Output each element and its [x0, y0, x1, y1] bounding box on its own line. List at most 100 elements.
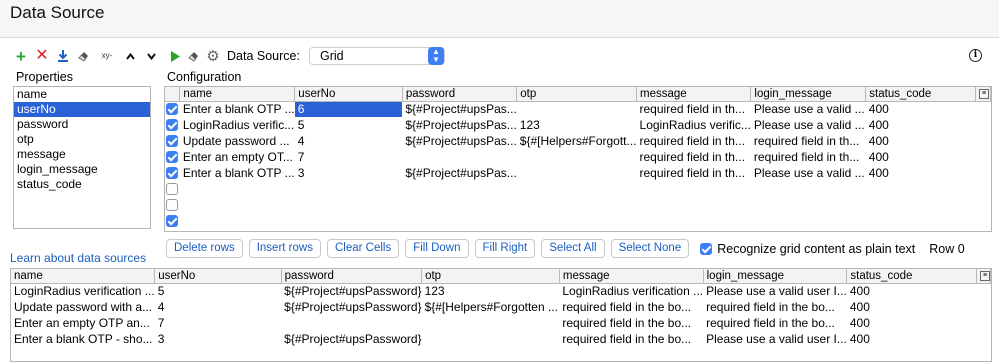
datasource-select[interactable]: Grid ▲ ▼ [308, 47, 445, 65]
grid-cell[interactable]: ${#Project#upsPas... [402, 117, 516, 133]
grid-cell[interactable] [180, 213, 295, 229]
grid-cell[interactable]: 400 [866, 165, 976, 181]
preview-column-header-login-message[interactable]: login_message [703, 269, 848, 284]
select-all-button[interactable]: Select All [541, 239, 605, 258]
grid-cell[interactable]: 5 [295, 117, 403, 133]
grid-cell[interactable] [180, 181, 295, 197]
grid-cell[interactable] [637, 181, 751, 197]
grid-cell[interactable]: required field in th... [637, 101, 751, 117]
grid-cell[interactable]: ${#Project#upsPas... [402, 165, 516, 181]
preview-column-header-name[interactable]: name [11, 269, 156, 284]
grid-cell[interactable]: 400 [866, 117, 976, 133]
preview-column-header-status-code[interactable]: status_code [846, 269, 977, 284]
grid-cell[interactable]: Please use a valid ... [751, 117, 866, 133]
column-header-status-code[interactable]: status_code [865, 87, 977, 102]
grid-cell[interactable] [295, 197, 403, 213]
column-chooser-icon[interactable]: ≡ [979, 270, 990, 281]
grid-cell[interactable]: 7 [295, 149, 403, 165]
grid-cell[interactable]: 6 [294, 101, 403, 117]
grid-cell[interactable]: ${#Project#upsPas... [402, 101, 516, 117]
chevron-up-icon[interactable] [123, 48, 137, 64]
grid-cell[interactable] [517, 101, 637, 117]
grid-cell[interactable] [637, 197, 751, 213]
grid-cell[interactable] [295, 181, 403, 197]
grid-cell[interactable]: ${#[Helpers#Forgott... [517, 133, 637, 149]
row-checkbox[interactable] [166, 183, 178, 195]
row-checkbox[interactable] [166, 119, 178, 131]
xy-icon[interactable]: xy- [98, 48, 116, 64]
column-chooser-icon[interactable]: ≡ [979, 88, 990, 99]
grid-cell[interactable]: LoginRadius verific... [637, 117, 751, 133]
grid-cell[interactable] [751, 213, 866, 229]
download-icon[interactable] [56, 48, 70, 64]
property-item-name[interactable]: name [14, 87, 150, 102]
grid-cell[interactable]: required field in th... [751, 149, 866, 165]
column-chooser[interactable]: ≡ [975, 87, 991, 102]
select-none-button[interactable]: Select None [610, 239, 690, 258]
column-header-name[interactable]: name [179, 87, 296, 102]
row-checkbox[interactable] [166, 135, 178, 147]
grid-cell[interactable]: required field in th... [637, 149, 751, 165]
column-header-userno[interactable]: userNo [294, 87, 403, 102]
configuration-grid[interactable]: name userNo password otp message login_messag… [164, 86, 992, 232]
add-icon[interactable]: + [14, 48, 28, 65]
grid-cell[interactable] [517, 181, 637, 197]
fill-right-button[interactable]: Fill Right [474, 239, 536, 258]
property-item-userno[interactable]: userNo [14, 102, 150, 117]
grid-cell[interactable] [866, 197, 976, 213]
clear-cells-button[interactable]: Clear Cells [326, 239, 400, 258]
column-header-message[interactable]: message [636, 87, 752, 102]
grid-cell[interactable] [402, 197, 516, 213]
row-checkbox[interactable] [166, 103, 178, 116]
fill-down-button[interactable]: Fill Down [405, 239, 469, 258]
grid-cell[interactable]: required field in th... [637, 133, 751, 149]
grid-cell[interactable]: 400 [866, 149, 976, 165]
property-item-login-message[interactable]: login_message [14, 162, 150, 177]
grid-cell[interactable] [517, 197, 637, 213]
grid-cell[interactable] [517, 149, 637, 165]
gear-icon[interactable]: ⚙ [206, 48, 220, 64]
row-checkbox[interactable] [166, 215, 178, 227]
grid-cell[interactable] [637, 213, 751, 229]
grid-cell[interactable]: required field in th... [751, 133, 866, 149]
property-item-otp[interactable]: otp [14, 132, 150, 147]
row-checkbox[interactable] [166, 151, 178, 163]
grid-cell[interactable] [751, 197, 866, 213]
grid-cell[interactable]: 400 [866, 101, 976, 117]
grid-cell[interactable] [866, 181, 976, 197]
grid-cell[interactable]: 400 [866, 133, 976, 149]
grid-cell[interactable]: Update password ... [180, 133, 295, 149]
info-icon[interactable]: i [969, 49, 982, 62]
grid-cell[interactable] [751, 181, 866, 197]
grid-cell[interactable]: 4 [295, 133, 403, 149]
grid-cell[interactable]: 123 [517, 117, 637, 133]
chevron-down-icon[interactable] [144, 48, 158, 64]
grid-cell[interactable] [866, 213, 976, 229]
grid-cell[interactable]: 3 [295, 165, 403, 181]
grid-cell[interactable]: LoginRadius verific... [180, 117, 295, 133]
grid-cell[interactable]: Enter an empty OT... [180, 149, 295, 165]
column-header-login-message[interactable]: login_message [750, 87, 867, 102]
plain-text-checkbox[interactable] [700, 242, 713, 255]
learn-data-sources-link[interactable]: Learn about data sources [10, 251, 146, 265]
grid-cell[interactable] [402, 181, 516, 197]
grid-cell[interactable]: ${#Project#upsPas... [402, 133, 516, 149]
row-checkbox[interactable] [166, 199, 178, 211]
column-header-otp[interactable]: otp [516, 87, 638, 102]
grid-cell[interactable] [180, 197, 295, 213]
grid-cell[interactable]: Enter a blank OTP ... [180, 165, 295, 181]
property-item-message[interactable]: message [14, 147, 150, 162]
preview-column-header-message[interactable]: message [559, 269, 704, 284]
eraser-icon[interactable] [187, 48, 201, 64]
grid-cell[interactable] [402, 149, 516, 165]
grid-cell[interactable]: Please use a valid ... [751, 101, 866, 117]
grid-cell[interactable] [402, 213, 516, 229]
property-item-password[interactable]: password [14, 117, 150, 132]
delete-rows-button[interactable]: Delete rows [166, 239, 243, 258]
preview-column-chooser[interactable]: ≡ [976, 269, 991, 284]
eraser-icon[interactable] [77, 48, 91, 64]
run-icon[interactable] [168, 48, 182, 64]
column-header-password[interactable]: password [402, 87, 518, 102]
grid-cell[interactable]: required field in th... [637, 165, 751, 181]
grid-cell[interactable] [295, 213, 403, 229]
